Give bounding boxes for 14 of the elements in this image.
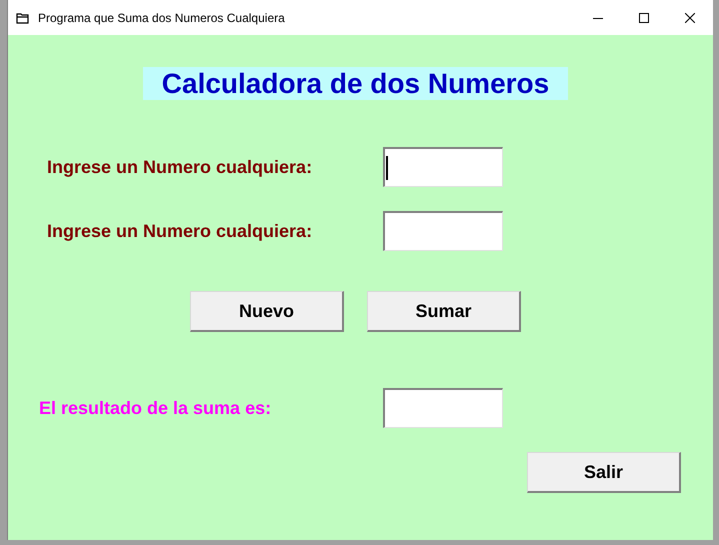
result-label: El resultado de la suma es: [38, 396, 272, 420]
number-field[interactable] [383, 388, 503, 428]
maximize-icon [639, 12, 649, 22]
push-button[interactable]: Sumar [367, 291, 521, 332]
push-button[interactable]: Nuevo [190, 291, 344, 332]
field-label: Ingrese un Numero cualquiera: [46, 220, 314, 243]
push-button[interactable]: Salir [527, 452, 681, 493]
close-icon [685, 12, 695, 22]
number-field[interactable] [383, 147, 503, 187]
window-icon [16, 12, 30, 24]
heading-banner: Calculadora de dos Numeros [143, 67, 568, 100]
field-label: Ingrese un Numero cualquiera: [46, 156, 314, 179]
window-title: Programa que Suma dos Numeros Cualquiera [38, 10, 285, 26]
number-field[interactable] [383, 211, 503, 251]
